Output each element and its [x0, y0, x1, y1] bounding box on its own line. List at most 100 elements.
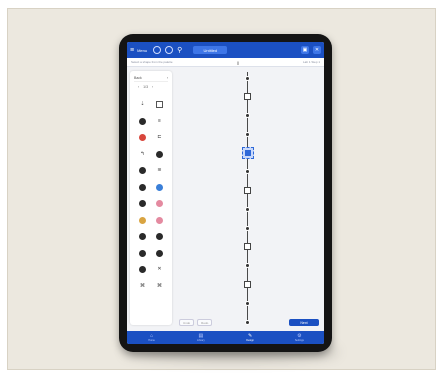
selected-node-icon [241, 147, 254, 160]
node-icon: ⌘ [140, 282, 145, 289]
palette-item[interactable] [134, 114, 151, 131]
palette-header[interactable]: Back › [134, 75, 168, 82]
flow-node[interactable] [245, 263, 250, 269]
app-screen: ≡ Menu ⚲ Untitled ▣ ✕ Select a shape fro… [127, 42, 324, 344]
dot-node-icon [245, 300, 250, 306]
flow-node[interactable] [245, 206, 250, 212]
palette-item[interactable]: ✕ [151, 262, 168, 279]
palette-item[interactable] [134, 229, 151, 246]
box-node-icon [244, 93, 251, 101]
flow-node[interactable] [245, 169, 250, 175]
flow-node[interactable] [245, 113, 250, 119]
document-title[interactable]: Untitled [193, 46, 228, 54]
return-icon: ↰ [140, 150, 145, 157]
pink-dot-icon [156, 216, 163, 224]
palette-item[interactable] [151, 180, 168, 197]
palette-item[interactable]: ⌘ [134, 279, 151, 296]
shape-palette: Back › ‹ 1/3 › ⇣ ≡ ⊏ ↰ ≋ ✕ ⌘ ⌘ [130, 71, 172, 325]
palette-item[interactable] [134, 196, 151, 213]
palette-item[interactable] [151, 229, 168, 246]
node-icon: ⌘ [157, 282, 162, 289]
redo-button[interactable]: Redo [197, 319, 213, 326]
flow-node-selected[interactable] [241, 147, 254, 160]
canvas-controls: Undo Redo [179, 319, 213, 326]
palette-item[interactable]: ⊏ [151, 130, 168, 147]
dot-node-icon [245, 225, 250, 231]
palette-item[interactable]: ⇣ [134, 97, 151, 114]
next-button[interactable]: Next [289, 319, 319, 326]
palette-item[interactable] [134, 262, 151, 279]
dot-icon [139, 266, 146, 273]
dot-icon [156, 233, 163, 240]
subbar-hint: Select a shape from the palette [131, 60, 173, 64]
dot-node-icon [245, 263, 250, 269]
palette-item[interactable] [151, 246, 168, 263]
palette-item[interactable]: ↰ [134, 147, 151, 164]
blue-dot-icon [156, 183, 163, 191]
palette-item[interactable] [134, 130, 151, 147]
nav-item-label: Home [148, 338, 155, 342]
nav-item-label: Design [246, 338, 255, 342]
bottom-nav: ⌂ Home ▤ Library ✎ Design ⚙ Settings [127, 331, 324, 344]
pager-next-button[interactable]: › [152, 85, 153, 89]
palette-item[interactable] [151, 147, 168, 164]
nav-item-design[interactable]: ✎ Design [226, 331, 275, 344]
dot-icon [156, 249, 163, 257]
flow-canvas[interactable] [175, 68, 322, 330]
palette-item[interactable] [151, 196, 168, 213]
flow-node[interactable] [244, 93, 251, 101]
flow-node[interactable] [244, 280, 251, 288]
palette-pager: ‹ 1/3 › [138, 85, 153, 89]
red-dot-icon [139, 134, 146, 141]
close-icon[interactable]: ✕ [313, 46, 321, 54]
dot-node-icon [245, 206, 250, 212]
dot-node-icon [245, 113, 250, 119]
settings-icon[interactable]: ▣ [301, 46, 309, 54]
nav-item-library[interactable]: ▤ Library [176, 331, 225, 344]
sub-header: Select a shape from the palette || Lab 1… [127, 58, 324, 67]
nav-item-home[interactable]: ⌂ Home [127, 331, 176, 344]
box-node-icon [244, 243, 251, 251]
menu-label[interactable]: Menu [137, 48, 147, 53]
palette-item[interactable] [134, 180, 151, 197]
dot-icon [139, 233, 146, 240]
palette-item[interactable]: ≋ [151, 163, 168, 180]
palette-item[interactable]: ≡ [151, 114, 168, 131]
flow-node[interactable] [244, 243, 251, 251]
nav-item-label: Library [197, 338, 205, 342]
palette-item[interactable] [134, 246, 151, 263]
hamburger-icon[interactable]: ≡ [130, 47, 134, 54]
bracket-icon: ⊏ [157, 134, 162, 140]
palette-item[interactable] [134, 163, 151, 180]
palette-header-label: Back [134, 76, 142, 80]
dot-node-icon [245, 75, 250, 81]
chevron-right-icon: › [166, 76, 168, 80]
flow-node[interactable] [245, 319, 250, 325]
palette-item[interactable] [151, 213, 168, 230]
flow-node[interactable] [245, 131, 250, 137]
pager-prev-button[interactable]: ‹ [138, 85, 139, 89]
pink-dot-icon [156, 200, 163, 207]
tablet-device: ≡ Menu ⚲ Untitled ▣ ✕ Select a shape fro… [119, 34, 332, 352]
wave-icon: ≋ [157, 167, 162, 173]
cross-icon: ✕ [157, 266, 162, 272]
palette-item[interactable] [151, 97, 168, 114]
palette-grid: ⇣ ≡ ⊏ ↰ ≋ ✕ ⌘ ⌘ [134, 97, 168, 295]
undo-circle-icon[interactable] [153, 46, 162, 54]
nav-item-settings[interactable]: ⚙ Settings [275, 331, 324, 344]
pause-indicator[interactable]: || [237, 60, 239, 65]
flow-node[interactable] [244, 187, 251, 195]
flow-node[interactable] [245, 225, 250, 231]
flow-node[interactable] [245, 75, 250, 81]
flow-node[interactable] [245, 300, 250, 306]
dot-node-icon [245, 169, 250, 175]
palette-item[interactable]: ⌘ [151, 279, 168, 296]
redo-circle-icon[interactable] [165, 46, 174, 54]
dot-icon [139, 183, 146, 191]
top-bar: ≡ Menu ⚲ Untitled ▣ ✕ [127, 42, 324, 58]
palette-item[interactable] [134, 213, 151, 230]
undo-button[interactable]: Undo [179, 319, 195, 326]
dot-icon [139, 249, 146, 257]
user-icon[interactable]: ⚲ [177, 47, 182, 54]
selected-node-core [244, 150, 251, 157]
